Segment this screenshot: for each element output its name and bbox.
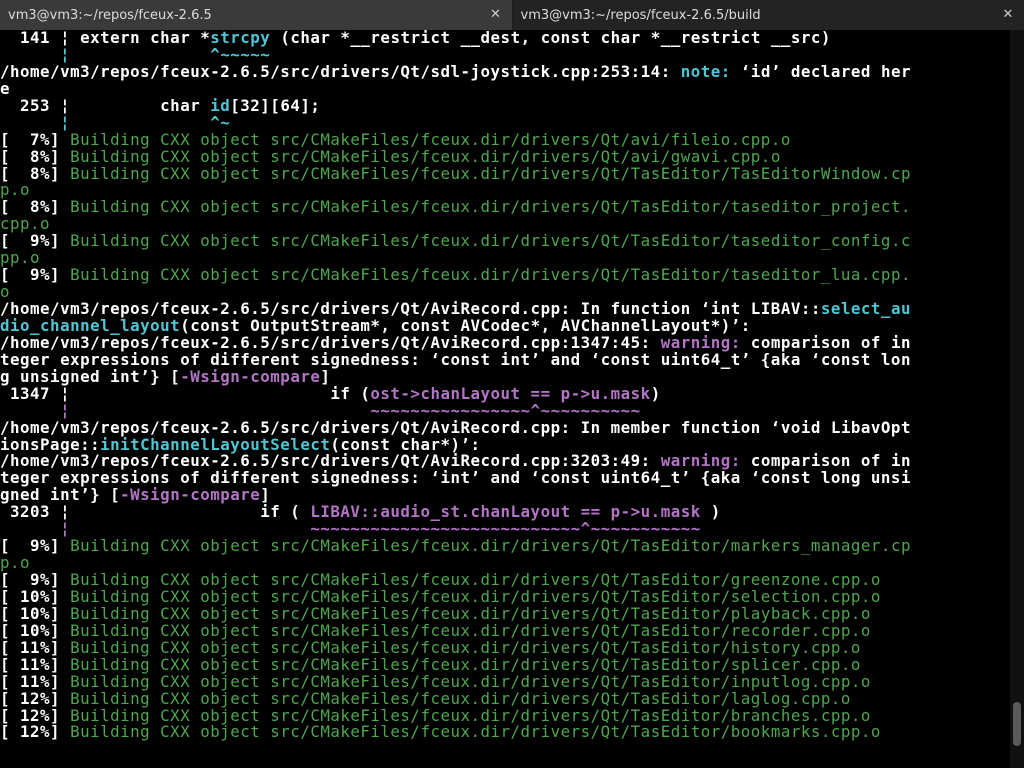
terminal-text: [ 12%]	[0, 722, 71, 742]
terminal-output[interactable]: 141 ¦ extern char *strcpy (char *__restr…	[0, 30, 1010, 768]
terminal-text: (char *__restrict __dest, const char *__…	[270, 30, 831, 47]
terminal-text: select_au	[820, 299, 911, 318]
terminal-text: Building CXX object src/CMakeFiles/fceux…	[70, 536, 911, 556]
terminal-line: [ 8%] Building CXX object src/CMakeFiles…	[0, 197, 1010, 217]
terminal-text: /home/vm3/repos/fceux-2.6.5/src/drivers/…	[0, 61, 681, 81]
terminal-line: [ 9%] Building CXX object src/CMakeFiles…	[0, 265, 1010, 285]
terminal-text: )	[700, 502, 721, 522]
terminal-text: Building CXX object src/CMakeFiles/fceux…	[70, 722, 881, 742]
terminal-line: [ 8%] Building CXX object src/CMakeFiles…	[0, 163, 1010, 183]
terminal-text: note:	[680, 61, 731, 81]
close-icon[interactable]: ✕	[1000, 7, 1016, 23]
terminal-text: )	[650, 383, 661, 403]
tab-title: vm3@vm3:~/repos/fceux-2.6.5	[8, 7, 212, 23]
terminal-text: Building CXX object src/CMakeFiles/fceux…	[70, 231, 911, 251]
terminal-text: Building CXX object src/CMakeFiles/fceux…	[70, 197, 911, 217]
terminal-text: [32][64];	[230, 95, 321, 115]
terminal-text: [ 9%]	[0, 265, 71, 285]
terminal-line: /home/vm3/repos/fceux-2.6.5/src/drivers/…	[0, 61, 1010, 81]
terminal-line: [ 12%] Building CXX object src/CMakeFile…	[0, 722, 1010, 742]
terminal-text: Building CXX object src/CMakeFiles/fceux…	[70, 265, 911, 285]
tab-bar: vm3@vm3:~/repos/fceux-2.6.5 ✕ vm3@vm3:~/…	[0, 0, 1024, 30]
terminal-text: Building CXX object src/CMakeFiles/fceux…	[70, 163, 911, 183]
tab-fceux-build[interactable]: vm3@vm3:~/repos/fceux-2.6.5/build ✕	[512, 0, 1024, 30]
terminal-line: [ 9%] Building CXX object src/CMakeFiles…	[0, 536, 1010, 556]
scrollbar-thumb[interactable]	[1013, 702, 1021, 746]
terminal-text: ‘id’ declared her	[730, 61, 911, 81]
terminal-line: [ 9%] Building CXX object src/CMakeFiles…	[0, 231, 1010, 251]
tab-title: vm3@vm3:~/repos/fceux-2.6.5/build	[520, 7, 761, 23]
scrollbar[interactable]	[1010, 30, 1024, 768]
close-icon[interactable]: ✕	[488, 7, 504, 23]
tab-fceux[interactable]: vm3@vm3:~/repos/fceux-2.6.5 ✕	[0, 0, 513, 30]
